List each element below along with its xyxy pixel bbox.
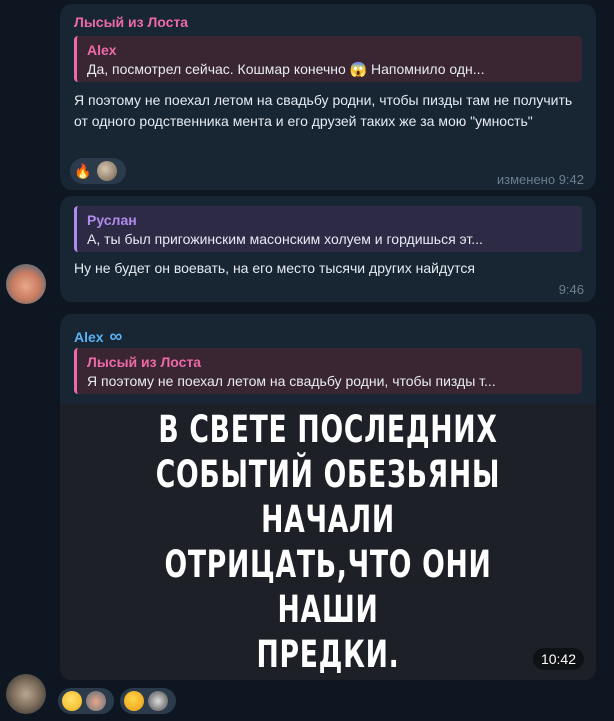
reply-text: Я поэтому не поехал летом на свадьбу род… [87, 373, 496, 389]
reaction-chip[interactable]: 🔥 [70, 158, 126, 184]
message-time: 10:42 [532, 648, 584, 670]
meme-line: ОТРИЦАТЬ,ЧТО ОНИ НАШИ [164, 543, 492, 631]
sender-name[interactable]: Alex ∞ [74, 326, 122, 347]
avatar[interactable] [6, 674, 46, 714]
reply-quote[interactable]: Руслан А, ты был пригожинским масонским … [74, 206, 582, 252]
reply-author: Руслан [87, 212, 137, 228]
reactor-avatar [97, 161, 118, 181]
reply-text: Да, посмотрел сейчас. Кошмар конечно 😱 Н… [87, 61, 485, 77]
reply-quote[interactable]: Лысый из Лоста Я поэтому не поехал летом… [74, 348, 582, 394]
reply-author: Лысый из Лоста [87, 354, 202, 370]
message-text: Ну не будет он воевать, на его место тыс… [74, 260, 475, 276]
reaction-chip[interactable] [120, 688, 176, 714]
fire-emoji-icon: 🔥 [74, 163, 92, 179]
message-time: изменено 9:42 [496, 172, 584, 187]
message-text: Я поэтому не поехал летом на свадьбу род… [74, 92, 573, 129]
sender-name-text: Alex [74, 329, 104, 345]
reply-author: Alex [87, 42, 117, 58]
avatar[interactable] [6, 264, 46, 304]
grin-emoji-icon [62, 691, 82, 711]
message-bubble-1[interactable]: Лысый из Лоста Alex Да, посмотрел сейчас… [60, 4, 596, 190]
meme-image[interactable]: В СВЕТЕ ПОСЛЕДНИХ СОБЫТИЙ ОБЕЗЬЯНЫ НАЧАЛ… [60, 404, 596, 680]
infinity-badge-icon: ∞ [109, 326, 123, 346]
meme-line: ПРЕДКИ. [256, 633, 400, 676]
message-time: 9:46 [558, 282, 584, 297]
reactor-avatar [148, 691, 168, 711]
meme-line: В СВЕТЕ ПОСЛЕДНИХ [158, 408, 498, 451]
meme-caption: В СВЕТЕ ПОСЛЕДНИХ СОБЫТИЙ ОБЕЗЬЯНЫ НАЧАЛ… [135, 407, 521, 677]
reactor-avatar [86, 691, 106, 711]
meme-line: СОБЫТИЙ ОБЕЗЬЯНЫ НАЧАЛИ [155, 453, 501, 541]
message-bubble-2[interactable]: Руслан А, ты был пригожинским масонским … [60, 196, 596, 302]
message-bubble-3[interactable]: Alex ∞ Лысый из Лоста Я поэтому не поеха… [60, 314, 596, 680]
sender-name[interactable]: Лысый из Лоста [74, 14, 188, 30]
reply-quote[interactable]: Alex Да, посмотрел сейчас. Кошмар конечн… [74, 36, 582, 82]
rofl-emoji-icon [124, 691, 144, 711]
reply-text: А, ты был пригожинским масонским холуем … [87, 231, 483, 247]
reaction-chip[interactable] [58, 688, 114, 714]
